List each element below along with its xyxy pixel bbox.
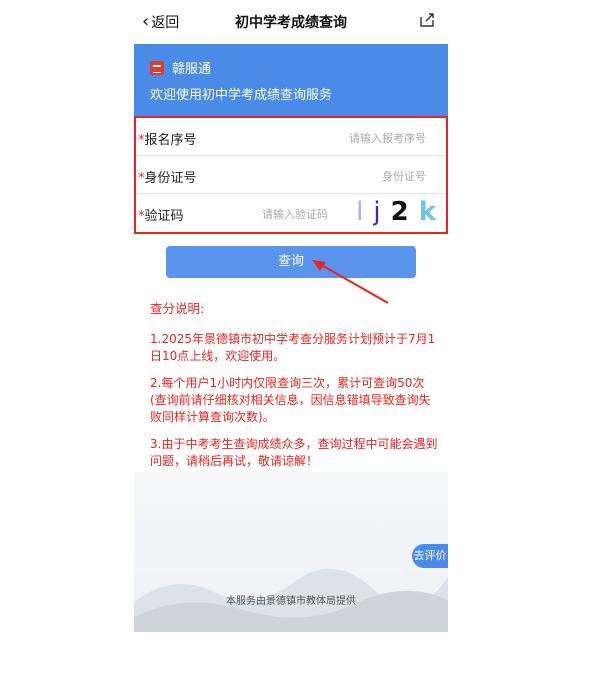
instruction-item: 2.每个用户1小时内仅限查询三次，累计可查询50次(查询前请仔细核对相关信息，因… — [150, 376, 431, 424]
instruction-item: 1.2025年景德镇市初中学考查分服务计划预计于7月1日10点上线，欢迎使用。 — [150, 332, 436, 363]
share-icon[interactable] — [418, 11, 436, 29]
captcha-char: l — [356, 197, 364, 227]
page-title: 初中学考成绩查询 — [235, 15, 347, 31]
bottom-area: 去评价 本服务由景德镇市教体局提供 — [134, 472, 448, 632]
captcha-label-text: 验证码 — [144, 209, 184, 224]
captcha-image[interactable]: l j 2 k — [346, 198, 436, 226]
captcha-input[interactable] — [246, 204, 330, 224]
form-row-id: *身份证号 — [136, 156, 446, 194]
header-banner: 赣服通 欢迎使用初中学考成绩查询服务 — [134, 44, 448, 116]
brand-name: 赣服通 — [172, 62, 212, 77]
form-row-registration: *报名序号 — [136, 118, 446, 156]
nav-bar: ‹ 返回 初中学考成绩查询 — [134, 0, 448, 44]
query-form: *报名序号 *身份证号 *验证码 l j 2 k — [134, 116, 448, 234]
captcha-char: k — [418, 197, 436, 227]
instructions: 查分说明: 1.2025年景德镇市初中学考查分服务计划预计于7月1日10点上线，… — [150, 300, 438, 480]
mountain-illustration — [134, 568, 448, 632]
registration-number-input[interactable] — [244, 128, 428, 148]
form-row-captcha: *验证码 l j 2 k — [136, 194, 446, 232]
id-label-text: 身份证号 — [144, 171, 197, 186]
id-label: *身份证号 — [138, 167, 197, 186]
phone-screen: ‹ 返回 初中学考成绩查询 赣服通 欢迎使用初中学考成绩查询服务 *报名序号 *… — [134, 0, 448, 681]
captcha-char: j — [373, 197, 381, 227]
instruction-item: 3.由于中考考生查询成绩众多，查询过程中可能会遇到问题，请稍后再试，敬请谅解！ — [150, 437, 438, 468]
registration-label: *报名序号 — [138, 129, 197, 148]
instructions-title: 查分说明: — [150, 301, 205, 316]
id-number-input[interactable] — [244, 166, 428, 186]
footer-text: 本服务由景德镇市教体局提供 — [226, 596, 356, 607]
brand: 赣服通 — [150, 58, 211, 77]
captcha-label: *验证码 — [138, 205, 184, 224]
registration-label-text: 报名序号 — [144, 133, 197, 148]
captcha-char: 2 — [390, 197, 409, 227]
rate-button[interactable]: 去评价 — [412, 544, 448, 568]
brand-logo-icon — [150, 60, 164, 75]
welcome-text: 欢迎使用初中学考成绩查询服务 — [150, 88, 333, 103]
